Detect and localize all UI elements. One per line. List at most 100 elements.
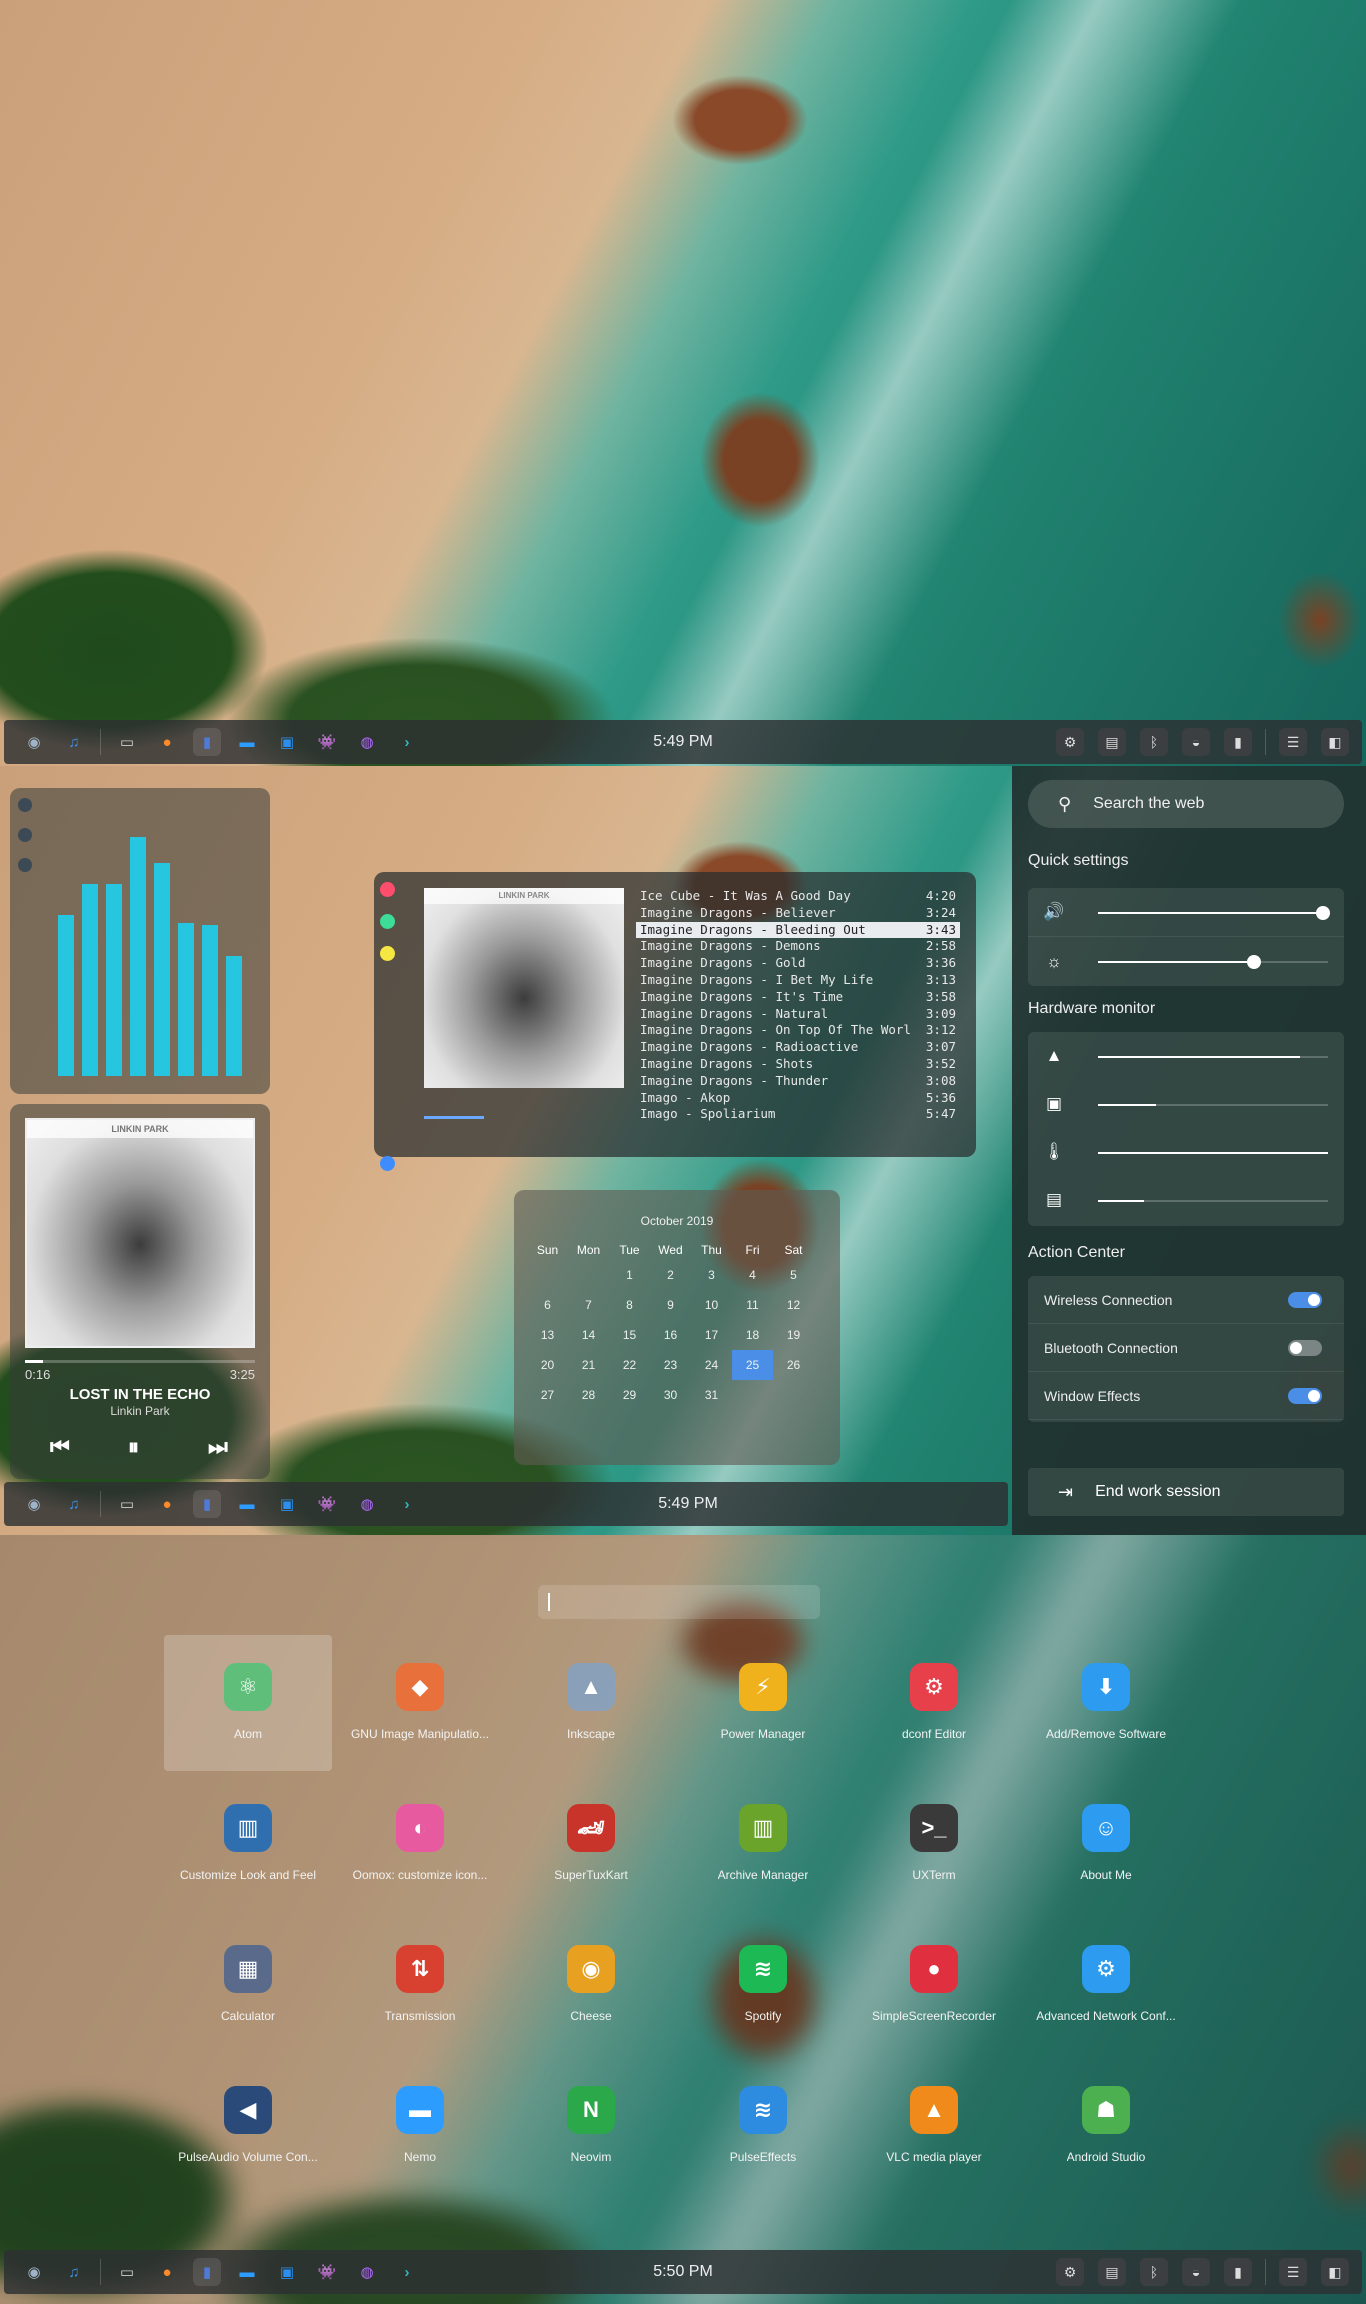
app-launcher-item[interactable]: ⚛ Atom <box>164 1635 332 1771</box>
calendar-day[interactable]: 4 <box>732 1260 773 1290</box>
app-launcher-item[interactable]: ▦ Calculator <box>164 1917 332 2053</box>
app-launcher-item[interactable]: ≋ Spotify <box>679 1917 847 2053</box>
app-search-input[interactable] <box>538 1585 820 1619</box>
firefox-icon[interactable]: ● <box>153 728 181 756</box>
video-clapper-icon[interactable]: ▣ <box>273 1490 301 1518</box>
calendar-day[interactable]: 18 <box>732 1320 773 1350</box>
space-invader-icon[interactable]: 👾 <box>313 728 341 756</box>
window-dot[interactable] <box>380 1156 395 1171</box>
app-launcher-item[interactable]: N Neovim <box>507 2058 675 2194</box>
calendar-day[interactable]: 20 <box>527 1350 568 1380</box>
list-icon[interactable]: ☰ <box>1279 2258 1307 2286</box>
window-dot[interactable] <box>380 882 395 897</box>
app-launcher-item[interactable]: ◉ Cheese <box>507 1917 675 2053</box>
calendar-day[interactable]: 6 <box>527 1290 568 1320</box>
calendar-day[interactable]: 17 <box>691 1320 732 1350</box>
video-clapper-icon[interactable]: ▣ <box>273 728 301 756</box>
book-icon[interactable]: ▮ <box>193 2258 221 2286</box>
music-note-icon[interactable]: ♫ <box>60 2258 88 2286</box>
calendar-day[interactable]: 10 <box>691 1290 732 1320</box>
calendar-day[interactable]: 28 <box>568 1380 609 1410</box>
calendar-day[interactable]: 12 <box>773 1290 814 1320</box>
app-launcher-item[interactable]: >_ UXTerm <box>850 1776 1018 1912</box>
app-launcher-item[interactable]: ☗ Android Studio <box>1022 2058 1190 2194</box>
playlist-track[interactable]: Imagine Dragons - Radioactive 3:07 <box>636 1039 960 1056</box>
playlist-track[interactable]: Ice Cube - It Was A Good Day 4:20 <box>636 888 960 905</box>
playlist-track[interactable]: Imagine Dragons - Shots 3:52 <box>636 1056 960 1073</box>
window-dot[interactable] <box>380 946 395 961</box>
calendar-day[interactable]: 24 <box>691 1350 732 1380</box>
messenger-icon[interactable]: ◍ <box>353 728 381 756</box>
calendar-day[interactable]: 19 <box>773 1320 814 1350</box>
wifi-icon[interactable]: ◒ <box>1182 2258 1210 2286</box>
app-launcher-item[interactable]: ⇅ Transmission <box>336 1917 504 2053</box>
app-launcher-item[interactable]: ▥ Archive Manager <box>679 1776 847 1912</box>
slider-knob[interactable] <box>1316 906 1331 920</box>
volume-slider[interactable] <box>1098 906 1331 920</box>
calendar-day[interactable]: 11 <box>732 1290 773 1320</box>
compass-icon[interactable]: ◉ <box>20 728 48 756</box>
calendar-day[interactable]: 3 <box>691 1260 732 1290</box>
app-launcher-item[interactable]: ▬ Nemo <box>336 2058 504 2194</box>
taskbar-clock[interactable]: 5:49 PM <box>653 733 713 751</box>
taskbar-clock[interactable]: 5:50 PM <box>653 2263 713 2281</box>
app-launcher-item[interactable]: ≋ PulseEffects <box>679 2058 847 2194</box>
calendar-day[interactable]: 1 <box>609 1260 650 1290</box>
app-launcher-item[interactable]: ⬇ Add/Remove Software <box>1022 1635 1190 1771</box>
playlist-track[interactable]: Imagine Dragons - Believer 3:24 <box>636 905 960 922</box>
playlist-track[interactable]: Imagine Dragons - Gold 3:36 <box>636 955 960 972</box>
toggle-switch-on[interactable] <box>1288 1387 1322 1404</box>
terminal-icon[interactable]: ▭ <box>113 1490 141 1518</box>
app-launcher-item[interactable]: ⚡ Power Manager <box>679 1635 847 1771</box>
playlist-track[interactable]: Imago - Akop 5:36 <box>636 1090 960 1107</box>
playlist-track[interactable]: Imagine Dragons - On Top Of The Worl 3:12 <box>636 1022 960 1039</box>
playlist-track[interactable]: Imagine Dragons - Bleeding Out 3:43 <box>636 921 960 939</box>
battery-icon[interactable]: ▮ <box>1224 728 1252 756</box>
app-launcher-item[interactable]: ● SimpleScreenRecorder <box>850 1917 1018 2053</box>
calendar-day[interactable]: 16 <box>650 1320 691 1350</box>
app-launcher-item[interactable]: ◐ Oomox: customize icon... <box>336 1776 504 1912</box>
firefox-icon[interactable]: ● <box>153 1490 181 1518</box>
window-dot[interactable] <box>18 828 32 842</box>
list-icon[interactable]: ☰ <box>1279 728 1307 756</box>
wifi-icon[interactable]: ◒ <box>1182 728 1210 756</box>
calendar-day[interactable]: 2 <box>650 1260 691 1290</box>
app-launcher-item[interactable]: ⚙ dconf Editor <box>850 1635 1018 1771</box>
playlist-track[interactable]: Imago - Spoliarium 5:47 <box>636 1106 960 1123</box>
calendar-day[interactable]: 5 <box>773 1260 814 1290</box>
space-invader-icon[interactable]: 👾 <box>313 2258 341 2286</box>
panel-layout-icon[interactable]: ◧ <box>1321 2258 1349 2286</box>
code-editor-icon[interactable]: › <box>393 1490 421 1518</box>
next-track-icon[interactable]: ⏭ <box>208 1434 228 1460</box>
book-icon[interactable]: ▮ <box>193 728 221 756</box>
music-note-icon[interactable]: ♫ <box>60 1490 88 1518</box>
code-editor-icon[interactable]: › <box>393 2258 421 2286</box>
taskbar-clock[interactable]: 5:49 PM <box>658 1495 718 1513</box>
messenger-icon[interactable]: ◍ <box>353 2258 381 2286</box>
folder-icon[interactable]: ▬ <box>233 1490 261 1518</box>
panel-layout-icon[interactable]: ◧ <box>1321 728 1349 756</box>
code-editor-icon[interactable]: › <box>393 728 421 756</box>
app-launcher-item[interactable]: ▲ Inkscape <box>507 1635 675 1771</box>
calendar-day[interactable]: 30 <box>650 1380 691 1410</box>
calendar-day[interactable]: 29 <box>609 1380 650 1410</box>
previous-track-icon[interactable]: ⏮ <box>50 1434 70 1460</box>
calendar-day[interactable]: 23 <box>650 1350 691 1380</box>
folder-icon[interactable]: ▬ <box>233 2258 261 2286</box>
firefox-icon[interactable]: ● <box>153 2258 181 2286</box>
calendar-day[interactable]: 8 <box>609 1290 650 1320</box>
app-launcher-item[interactable]: ◆ GNU Image Manipulatio... <box>336 1635 504 1771</box>
slider-knob[interactable] <box>1247 955 1262 969</box>
compass-icon[interactable]: ◉ <box>20 1490 48 1518</box>
calendar-day[interactable]: 13 <box>527 1320 568 1350</box>
playlist-track[interactable]: Imagine Dragons - I Bet My Life 3:13 <box>636 972 960 989</box>
app-launcher-item[interactable]: 🏎 SuperTuxKart <box>507 1776 675 1912</box>
web-search-input[interactable]: ⚲ Search the web <box>1028 780 1344 828</box>
end-session-button[interactable]: ⇥ End work session <box>1028 1468 1344 1516</box>
playlist-track[interactable]: Imagine Dragons - Thunder 3:08 <box>636 1073 960 1090</box>
bluetooth-icon[interactable]: ᛒ <box>1140 2258 1168 2286</box>
book-icon[interactable]: ▮ <box>193 1490 221 1518</box>
calendar-day[interactable]: 27 <box>527 1380 568 1410</box>
compass-icon[interactable]: ◉ <box>20 2258 48 2286</box>
window-dot[interactable] <box>18 858 32 872</box>
